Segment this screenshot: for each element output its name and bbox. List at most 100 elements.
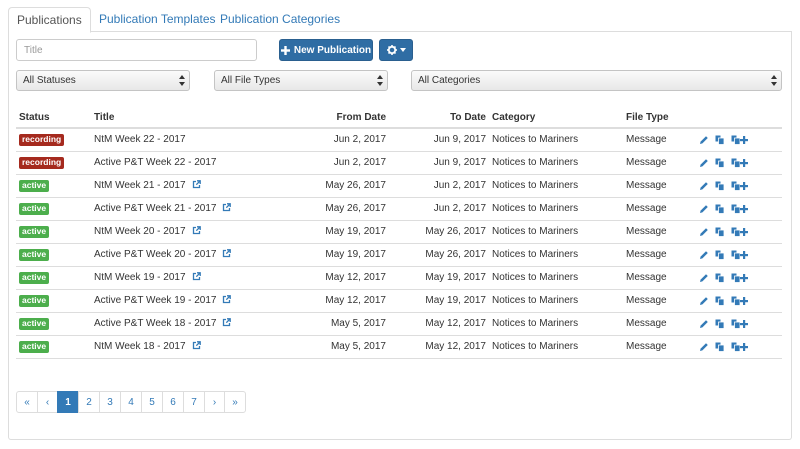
copy-add-icon[interactable]: [731, 181, 749, 191]
table-row: active NtM Week 21 - 2017 May 26, 2017 Jun …: [16, 174, 782, 198]
title-cell: NtM Week 22 - 2017: [91, 128, 281, 152]
external-link-icon[interactable]: [192, 340, 201, 353]
copy-icon[interactable]: [715, 204, 725, 214]
copy-icon[interactable]: [715, 135, 725, 145]
external-link-icon[interactable]: [222, 317, 232, 330]
to-date-cell: Jun 9, 2017: [389, 128, 489, 152]
pencil-icon[interactable]: [699, 250, 709, 260]
actions-cell: [693, 312, 782, 336]
from-date-cell: May 26, 2017: [281, 174, 389, 198]
tab-publication-categories[interactable]: Publication Categories: [212, 7, 348, 32]
next-page-button[interactable]: ›: [204, 391, 225, 413]
pencil-icon[interactable]: [699, 296, 709, 306]
publication-title: NtM Week 18 - 2017: [94, 340, 186, 352]
category-cell: Notices to Mariners: [489, 197, 623, 221]
copy-icon[interactable]: [715, 250, 725, 260]
previous-page-button[interactable]: ‹: [37, 391, 58, 413]
external-link-icon[interactable]: [222, 248, 232, 261]
actions-cell: [693, 151, 782, 175]
file-type-cell: Message: [623, 243, 693, 267]
category-cell: Notices to Mariners: [489, 335, 623, 359]
pencil-icon[interactable]: [699, 181, 709, 191]
from-date-cell: May 19, 2017: [281, 220, 389, 244]
settings-dropdown-button[interactable]: [379, 39, 413, 61]
page-button-1[interactable]: 1: [57, 391, 79, 413]
to-date-cell: May 26, 2017: [389, 220, 489, 244]
copy-add-icon[interactable]: [731, 204, 749, 214]
external-link-icon[interactable]: [192, 225, 201, 238]
to-date-cell: Jun 2, 2017: [389, 197, 489, 221]
external-link-icon[interactable]: [192, 179, 201, 192]
status-filter-select[interactable]: All Statuses: [16, 70, 190, 91]
table-row: active NtM Week 18 - 2017 May 5, 2017 May 1…: [16, 335, 782, 359]
page-button-2[interactable]: 2: [78, 391, 100, 413]
copy-add-icon[interactable]: [731, 342, 749, 352]
copy-add-icon[interactable]: [731, 135, 749, 145]
copy-add-icon[interactable]: [731, 227, 749, 237]
copy-add-icon[interactable]: [731, 250, 749, 260]
pencil-icon[interactable]: [699, 319, 709, 329]
table-row: active Active P&T Week 21 - 2017 May 26, 2…: [16, 197, 782, 221]
copy-icon[interactable]: [715, 296, 725, 306]
new-publication-button[interactable]: New Publication: [279, 39, 373, 61]
table-row: active NtM Week 19 - 2017 May 12, 2017 May …: [16, 266, 782, 290]
publications-table: Status Title From Date To Date Category …: [16, 107, 782, 359]
column-header-status: Status: [16, 107, 91, 129]
file-type-cell: Message: [623, 174, 693, 198]
copy-add-icon[interactable]: [731, 158, 749, 168]
page-button-3[interactable]: 3: [99, 391, 121, 413]
category-filter-select[interactable]: All Categories: [411, 70, 782, 91]
pencil-icon[interactable]: [699, 158, 709, 168]
status-cell: active: [16, 289, 91, 313]
table-row: active Active P&T Week 19 - 2017 May 12, 2…: [16, 289, 782, 313]
pencil-icon[interactable]: [699, 342, 709, 352]
external-link-icon[interactable]: [192, 271, 201, 284]
new-publication-label: New Publication: [293, 44, 372, 56]
copy-icon[interactable]: [715, 227, 725, 237]
tab-publications[interactable]: Publications: [8, 7, 91, 33]
table-row: active Active P&T Week 20 - 2017 May 19, 2…: [16, 243, 782, 267]
copy-add-icon[interactable]: [731, 319, 749, 329]
row-actions: [696, 296, 779, 306]
category-cell: Notices to Mariners: [489, 312, 623, 336]
copy-icon[interactable]: [715, 273, 725, 283]
page-button-7[interactable]: 7: [183, 391, 205, 413]
copy-add-icon[interactable]: [731, 296, 749, 306]
status-badge: active: [19, 294, 50, 307]
pencil-icon[interactable]: [699, 135, 709, 145]
file-type-filter-select[interactable]: All File Types: [214, 70, 388, 91]
status-cell: active: [16, 243, 91, 267]
file-type-cell: Message: [623, 197, 693, 221]
first-page-button[interactable]: «: [16, 391, 38, 413]
pencil-icon[interactable]: [699, 273, 709, 283]
external-link-icon[interactable]: [222, 294, 232, 307]
status-cell: active: [16, 174, 91, 198]
status-cell: recording: [16, 128, 91, 152]
copy-add-icon[interactable]: [731, 273, 749, 283]
status-cell: active: [16, 266, 91, 290]
page-button-5[interactable]: 5: [141, 391, 163, 413]
actions-cell: [693, 335, 782, 359]
publication-title: NtM Week 19 - 2017: [94, 271, 186, 283]
pencil-icon[interactable]: [699, 227, 709, 237]
pencil-icon[interactable]: [699, 204, 709, 214]
copy-icon[interactable]: [715, 181, 725, 191]
page-button-4[interactable]: 4: [120, 391, 142, 413]
publication-title: NtM Week 22 - 2017: [94, 134, 186, 146]
column-header-file-type: File Type: [623, 107, 693, 129]
column-header-to-date: To Date: [389, 107, 489, 129]
title-filter-input[interactable]: [16, 39, 257, 61]
external-link-icon[interactable]: [222, 202, 232, 215]
from-date-cell: May 5, 2017: [281, 312, 389, 336]
copy-icon[interactable]: [715, 342, 725, 352]
tab-publication-templates[interactable]: Publication Templates: [91, 7, 224, 32]
copy-icon[interactable]: [715, 319, 725, 329]
copy-icon[interactable]: [715, 158, 725, 168]
last-page-button[interactable]: »: [224, 391, 246, 413]
row-actions: [696, 158, 779, 168]
actions-cell: [693, 128, 782, 152]
status-badge: active: [19, 340, 50, 353]
title-cell: Active P&T Week 20 - 2017: [91, 243, 281, 267]
page-button-6[interactable]: 6: [162, 391, 184, 413]
publication-title: Active P&T Week 21 - 2017: [94, 202, 217, 214]
